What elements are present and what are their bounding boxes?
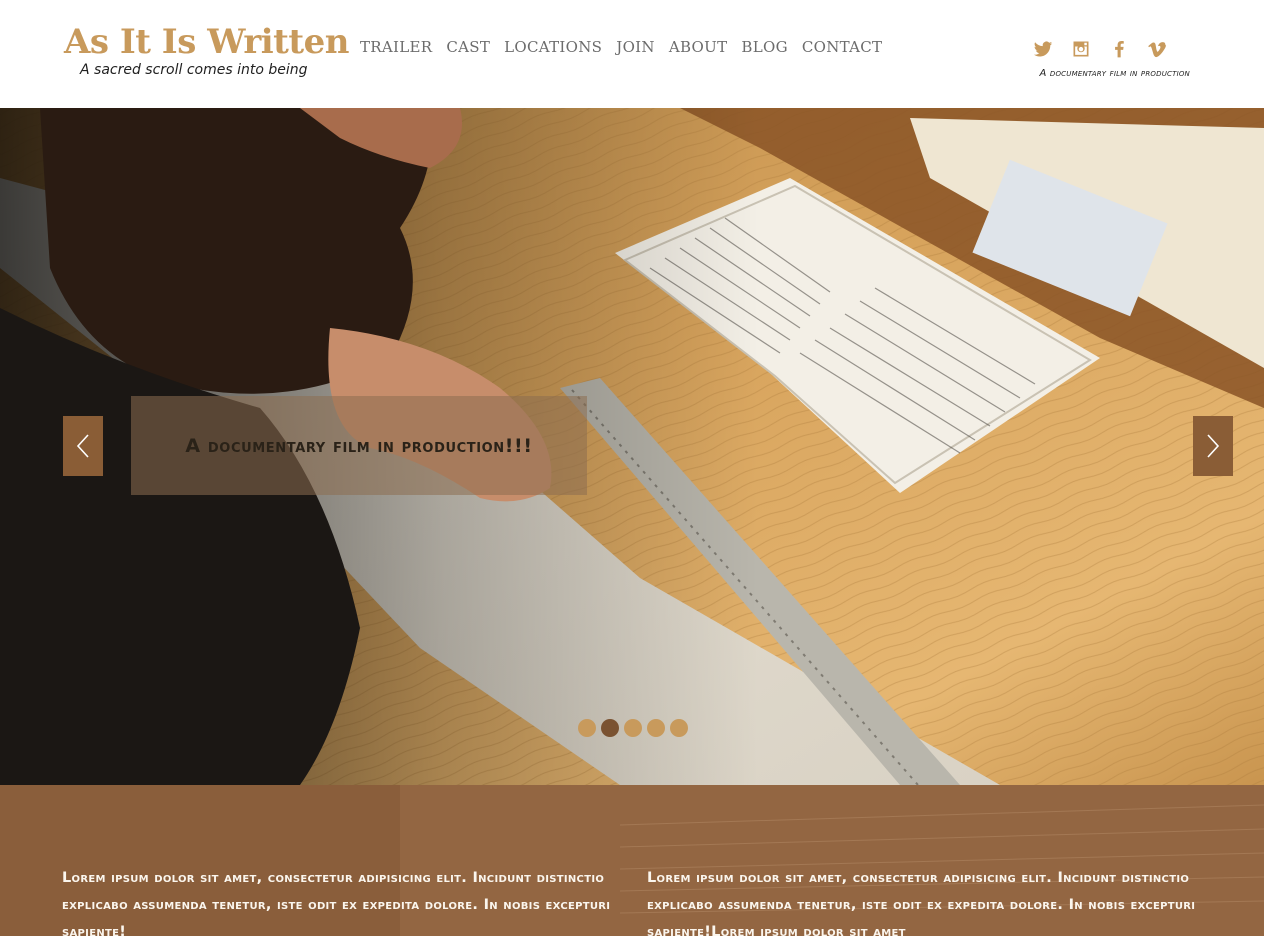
nav-cast[interactable]: CAST [446, 37, 490, 57]
site-logo[interactable]: As It Is Written A sacred scroll comes i… [64, 22, 349, 78]
nav-contact[interactable]: CONTACT [802, 37, 883, 57]
slider-dot-1[interactable] [578, 719, 596, 737]
vimeo-icon[interactable] [1144, 36, 1170, 62]
chevron-left-icon [76, 434, 89, 458]
intro-section: Lorem ipsum dolor sit amet, consectetur … [0, 785, 1264, 936]
chevron-right-icon [1207, 434, 1220, 458]
slider-prev-button[interactable] [63, 416, 103, 476]
header-tagline: A documentary film in production [1039, 68, 1190, 79]
slider-dots [578, 719, 688, 737]
hero-slider: A documentary film in production!!! [0, 108, 1264, 785]
slider-dot-2[interactable] [601, 719, 619, 737]
hero-caption-box: A documentary film in production!!! [131, 396, 587, 495]
facebook-icon[interactable] [1106, 36, 1132, 62]
instagram-icon[interactable] [1068, 36, 1094, 62]
nav-about[interactable]: ABOUT [669, 37, 728, 57]
social-links [1030, 36, 1170, 62]
nav-locations[interactable]: LOCATIONS [504, 37, 602, 57]
logo-title[interactable]: As It Is Written [64, 22, 349, 62]
twitter-icon[interactable] [1030, 36, 1056, 62]
logo-tagline: A sacred scroll comes into being [80, 62, 308, 78]
slider-dot-5[interactable] [670, 719, 688, 737]
slider-next-button[interactable] [1193, 416, 1233, 476]
hero-caption: A documentary film in production!!! [185, 434, 533, 457]
slider-dot-4[interactable] [647, 719, 665, 737]
main-nav: TRAILER CAST LOCATIONS JOIN ABOUT BLOG C… [360, 37, 896, 57]
site-header: As It Is Written A sacred scroll comes i… [0, 0, 1264, 108]
nav-trailer[interactable]: TRAILER [360, 37, 432, 57]
slider-dot-3[interactable] [624, 719, 642, 737]
intro-text-left: Lorem ipsum dolor sit amet, consectetur … [62, 870, 611, 936]
nav-blog[interactable]: BLOG [741, 37, 787, 57]
nav-join[interactable]: JOIN [616, 37, 655, 57]
intro-text-right: Lorem ipsum dolor sit amet, consectetur … [647, 870, 1196, 936]
